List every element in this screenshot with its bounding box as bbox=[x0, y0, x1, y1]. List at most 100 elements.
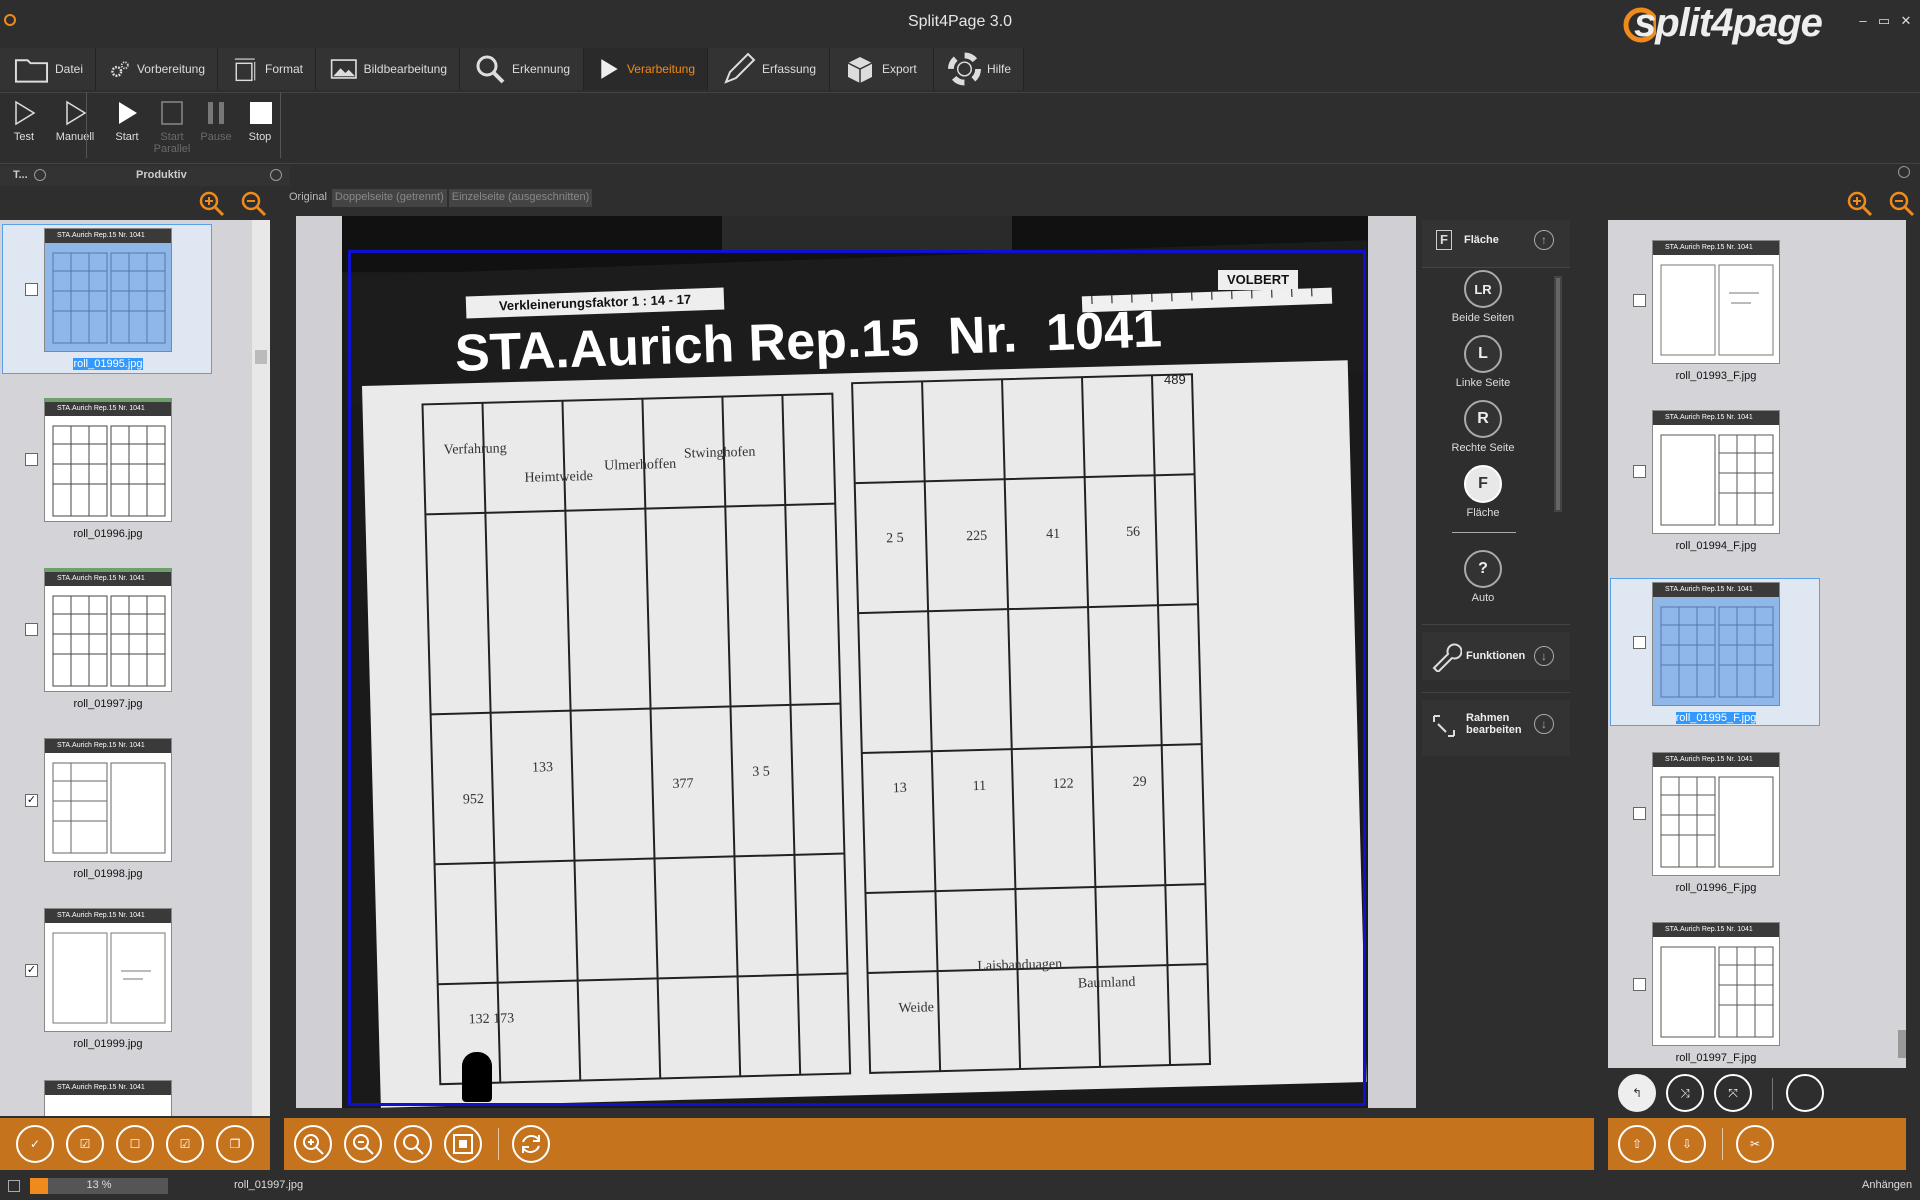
result-thumbnail-list[interactable]: STA.Aurich Rep.15 Nr. 1041 roll_01993_F.… bbox=[1608, 220, 1906, 1068]
tab-verarbeitung[interactable]: Verarbeitung bbox=[584, 48, 708, 90]
tab-einzelseite[interactable]: Einzelseite (ausgeschnitten) bbox=[448, 189, 593, 207]
thumb-checkbox[interactable] bbox=[1633, 636, 1646, 649]
maximize-button[interactable]: ▭ bbox=[1876, 12, 1892, 30]
status-doc-icon bbox=[8, 1180, 20, 1192]
thumb-checkbox[interactable]: ✓ bbox=[25, 964, 38, 977]
panel-tab-short[interactable]: T... bbox=[13, 169, 28, 181]
thumb-checkbox[interactable] bbox=[1633, 807, 1646, 820]
test-button[interactable]: Test bbox=[2, 99, 46, 143]
import-down-icon[interactable]: ⇩ bbox=[1668, 1125, 1706, 1163]
fit-window-button[interactable] bbox=[444, 1125, 482, 1163]
check-list-icon[interactable]: ☑ bbox=[66, 1125, 104, 1163]
thumb-checkbox[interactable]: ✓ bbox=[25, 794, 38, 807]
zoom-in-icon[interactable] bbox=[1846, 190, 1874, 218]
option-rechte-seite[interactable]: R Rechte Seite bbox=[1420, 400, 1546, 454]
collapse-icon[interactable] bbox=[1898, 166, 1910, 178]
thumbnail-item[interactable]: STA.Aurich Rep.15 Nr. 1041 roll_01993_F.… bbox=[1652, 240, 1780, 382]
tab-format[interactable]: Format bbox=[218, 48, 316, 90]
close-button[interactable]: ✕ bbox=[1898, 12, 1914, 30]
zoom-in-button[interactable] bbox=[294, 1125, 332, 1163]
expand-down-icon[interactable]: ↓ bbox=[1534, 646, 1554, 666]
thumbnail-item[interactable]: STA.Aurich Rep.15 Nr. 1041 roll_01995.jp… bbox=[44, 228, 172, 370]
thumbnail-item[interactable]: STA.Aurich Rep.15 Nr. 1041 roll_01996.jp… bbox=[44, 398, 172, 540]
thumb-checkbox[interactable] bbox=[1633, 978, 1646, 991]
zoom-in-icon[interactable] bbox=[198, 190, 226, 218]
right-page-icon: R bbox=[1464, 400, 1502, 438]
option-auto[interactable]: ? Auto bbox=[1420, 550, 1546, 604]
collapse-icon[interactable] bbox=[34, 169, 46, 181]
minimize-button[interactable]: – bbox=[1855, 12, 1871, 30]
tab-vorbereitung[interactable]: Vorbereitung bbox=[96, 48, 218, 90]
scrollbar[interactable] bbox=[252, 220, 270, 1116]
tab-label: Bildbearbeitung bbox=[363, 62, 447, 76]
export-up-icon[interactable]: ⇧ bbox=[1618, 1125, 1656, 1163]
collapse-up-icon[interactable]: ↑ bbox=[1534, 230, 1554, 250]
thumb-checkbox[interactable] bbox=[25, 453, 38, 466]
button-label: Pause bbox=[200, 131, 232, 143]
thumbnail-image: STA.Aurich Rep.15 Nr. 1041 bbox=[1652, 922, 1780, 1046]
copy-icon[interactable]: ❐ bbox=[216, 1125, 254, 1163]
thumbnail-item[interactable]: STA.Aurich Rep.15 Nr. 1041 roll_01996_F.… bbox=[1652, 752, 1780, 894]
start-button[interactable]: Start bbox=[105, 99, 149, 143]
option-linke-seite[interactable]: L Linke Seite bbox=[1420, 335, 1546, 389]
gears-icon bbox=[111, 61, 129, 78]
tab-hilfe[interactable]: Hilfe bbox=[934, 48, 1024, 90]
tab-bildbearbeitung[interactable]: Bildbearbeitung bbox=[316, 48, 460, 90]
lifebuoy-icon bbox=[948, 52, 981, 86]
source-thumbnail-list[interactable]: STA.Aurich Rep.15 Nr. 1041 roll_01995.jp… bbox=[0, 220, 270, 1116]
tab-erkennung[interactable]: Erkennung bbox=[460, 48, 584, 90]
button-label: Start Parallel bbox=[153, 131, 191, 155]
stop-button[interactable]: Stop bbox=[238, 99, 282, 143]
left-panel-header: T... Produktiv bbox=[0, 166, 290, 186]
zoom-out-button[interactable] bbox=[344, 1125, 382, 1163]
thumb-checkbox[interactable] bbox=[25, 623, 38, 636]
thumbnail-item[interactable]: STA.Aurich Rep.15 Nr. 1041 roll_01997_F.… bbox=[1652, 922, 1780, 1064]
thumbnail-item[interactable]: STA.Aurich Rep.15 Nr. 1041 roll_01997.jp… bbox=[44, 568, 172, 710]
rahmen-section[interactable]: Rahmen bearbeiten ↓ bbox=[1422, 700, 1570, 756]
toolbar-divider bbox=[280, 92, 281, 158]
zoom-out-icon[interactable] bbox=[240, 190, 268, 218]
tab-original[interactable]: Original bbox=[286, 189, 330, 207]
logo-text: split4page bbox=[1634, 0, 1823, 45]
thumb-filename: roll_01993_F.jpg bbox=[1675, 370, 1757, 382]
current-file: roll_01997.jpg bbox=[234, 1179, 304, 1191]
collapse-icon[interactable] bbox=[270, 169, 282, 181]
zoom-out-icon[interactable] bbox=[1888, 190, 1916, 218]
uncheck-icon[interactable]: ☐ bbox=[116, 1125, 154, 1163]
start-parallel-button[interactable]: Start Parallel bbox=[150, 99, 194, 155]
scrollbar-thumb[interactable] bbox=[1898, 1030, 1906, 1058]
selection-frame[interactable] bbox=[348, 250, 1366, 1106]
thumbnail-item[interactable]: STA.Aurich Rep.15 Nr. 1041 roll_01995_F.… bbox=[1652, 582, 1780, 724]
thumbnail-image: STA.Aurich Rep.15 Nr. 1041 bbox=[44, 908, 172, 1032]
expand-down-icon[interactable]: ↓ bbox=[1534, 714, 1554, 734]
tab-datei[interactable]: Datei bbox=[0, 48, 96, 90]
thumbnail-item[interactable]: STA.Aurich Rep.15 Nr. 1041 roll_01999.jp… bbox=[44, 908, 172, 1050]
tab-erfassung[interactable]: Erfassung bbox=[708, 48, 830, 90]
area-mode-icon: F bbox=[1464, 465, 1502, 503]
thumbnail-item[interactable]: STA.Aurich Rep.15 Nr. 1041 bbox=[44, 1080, 172, 1116]
thumb-checkbox[interactable] bbox=[25, 283, 38, 296]
pause-button[interactable]: Pause bbox=[194, 99, 238, 143]
view-mode-b-icon[interactable]: ⤨ bbox=[1666, 1074, 1704, 1112]
thumbnail-item[interactable]: STA.Aurich Rep.15 Nr. 1041 roll_01994_F.… bbox=[1652, 410, 1780, 552]
thumb-checkbox[interactable] bbox=[1633, 294, 1646, 307]
scrollbar[interactable] bbox=[1572, 220, 1582, 1100]
refresh-button[interactable] bbox=[512, 1125, 550, 1163]
view-mode-a-icon[interactable]: ↰ bbox=[1618, 1074, 1656, 1112]
check-selected-icon[interactable]: ☑ bbox=[166, 1125, 204, 1163]
view-mode-c-icon[interactable]: ⤧ bbox=[1714, 1074, 1752, 1112]
tab-doppelseite[interactable]: Doppelseite (getrennt) bbox=[331, 189, 447, 207]
check-all-icon[interactable]: ✓ bbox=[16, 1125, 54, 1163]
thumbnail-item[interactable]: STA.Aurich Rep.15 Nr. 1041 roll_01998.jp… bbox=[44, 738, 172, 880]
option-flaeche[interactable]: F Fläche bbox=[1420, 465, 1546, 519]
zoom-100-button[interactable] bbox=[394, 1125, 432, 1163]
tab-label: Hilfe bbox=[986, 62, 1011, 76]
circle-icon[interactable] bbox=[1786, 1074, 1824, 1112]
option-beide-seiten[interactable]: LR Beide Seiten bbox=[1420, 270, 1546, 324]
view-tabs: Original Doppelseite (getrennt) Einzelse… bbox=[286, 189, 593, 207]
funktionen-section[interactable]: Funktionen ↓ bbox=[1422, 632, 1570, 680]
manuell-button[interactable]: Manuell bbox=[53, 99, 97, 143]
thumb-checkbox[interactable] bbox=[1633, 465, 1646, 478]
remove-split-icon[interactable]: ✂ bbox=[1736, 1125, 1774, 1163]
tab-export[interactable]: Export bbox=[830, 48, 934, 90]
